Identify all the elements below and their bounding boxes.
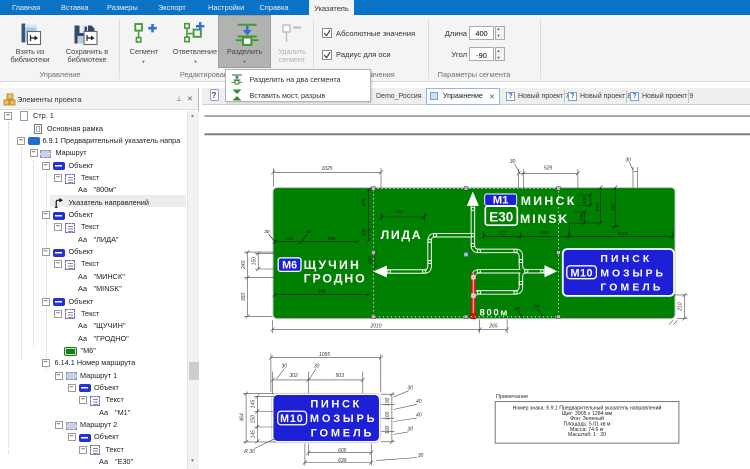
svg-text:100: 100 (361, 228, 366, 236)
svg-text:100: 100 (579, 213, 584, 221)
svg-text:MINSK: MINSK (520, 212, 569, 226)
svg-text:30: 30 (314, 363, 320, 369)
svg-text:М10: М10 (280, 413, 304, 425)
svg-text:R 30: R 30 (244, 449, 255, 455)
svg-text:30: 30 (408, 386, 414, 392)
svg-text:ПИНСК: ПИНСК (310, 398, 361, 410)
svg-text:639: 639 (338, 458, 347, 464)
svg-text:М10: М10 (571, 267, 594, 279)
svg-text:529: 529 (544, 166, 553, 172)
svg-text:МИНСК: МИНСК (521, 194, 577, 208)
svg-text:908: 908 (318, 289, 326, 294)
svg-text:100: 100 (385, 426, 391, 435)
svg-text:503: 503 (336, 373, 345, 379)
svg-text:100: 100 (385, 398, 391, 407)
svg-text:605: 605 (338, 448, 347, 454)
svg-text:МОЗЫРЬ: МОЗЫРЬ (310, 413, 377, 425)
svg-text:150: 150 (252, 257, 258, 266)
svg-text:800м: 800м (480, 307, 510, 318)
svg-text:ЩУЧИН: ЩУЧИН (304, 258, 362, 272)
svg-text:469: 469 (540, 230, 548, 235)
svg-text:200: 200 (368, 256, 373, 265)
svg-text:ПИНСК: ПИНСК (600, 254, 652, 265)
svg-text:210: 210 (678, 302, 684, 312)
svg-text:30: 30 (282, 363, 288, 369)
svg-text:ЛИДА: ЛИДА (381, 228, 423, 242)
svg-text:1010: 1010 (617, 231, 628, 236)
svg-text:М6: М6 (282, 260, 297, 272)
svg-text:100: 100 (582, 196, 587, 204)
svg-text:30: 30 (514, 306, 520, 311)
svg-text:145: 145 (251, 430, 257, 439)
svg-text:2010: 2010 (369, 323, 381, 329)
svg-text:ГРОДНО: ГРОДНО (304, 271, 367, 285)
svg-text:150: 150 (251, 415, 257, 424)
svg-text:357: 357 (498, 231, 506, 236)
svg-text:Масштаб: 1 : 20: Масштаб: 1 : 20 (568, 432, 606, 438)
svg-text:265: 265 (488, 323, 498, 329)
svg-text:400: 400 (361, 198, 366, 206)
svg-text:40: 40 (416, 399, 422, 405)
svg-text:ГОМЕЛЬ: ГОМЕЛЬ (311, 428, 375, 440)
svg-text:350: 350 (610, 203, 615, 211)
svg-text:Е30: Е30 (489, 210, 513, 225)
svg-text:145: 145 (251, 400, 257, 409)
svg-text:30: 30 (625, 157, 631, 163)
svg-text:40: 40 (416, 413, 422, 419)
svg-text:Примечание: Примечание (496, 394, 528, 400)
svg-text:ГОМЕЛЬ: ГОМЕЛЬ (600, 283, 663, 294)
svg-text:418: 418 (395, 209, 403, 214)
svg-text:464: 464 (239, 413, 245, 422)
svg-text:1055: 1055 (319, 352, 330, 358)
svg-text:242: 242 (285, 236, 294, 241)
svg-text:1025: 1025 (321, 166, 332, 172)
svg-text:М1: М1 (493, 195, 509, 207)
svg-text:240: 240 (241, 260, 247, 270)
svg-text:30: 30 (418, 453, 424, 459)
svg-text:30: 30 (408, 427, 414, 433)
svg-text:30: 30 (510, 159, 516, 165)
svg-text:100: 100 (385, 412, 391, 421)
svg-text:350: 350 (241, 293, 247, 302)
svg-text:530: 530 (327, 236, 335, 241)
svg-text:МОЗЫРЬ: МОЗЫРЬ (600, 268, 666, 279)
svg-text:270: 270 (595, 203, 600, 212)
svg-text:30: 30 (534, 303, 540, 308)
svg-text:302: 302 (289, 373, 298, 379)
svg-text:30: 30 (264, 229, 270, 234)
svg-text:30: 30 (306, 229, 312, 234)
